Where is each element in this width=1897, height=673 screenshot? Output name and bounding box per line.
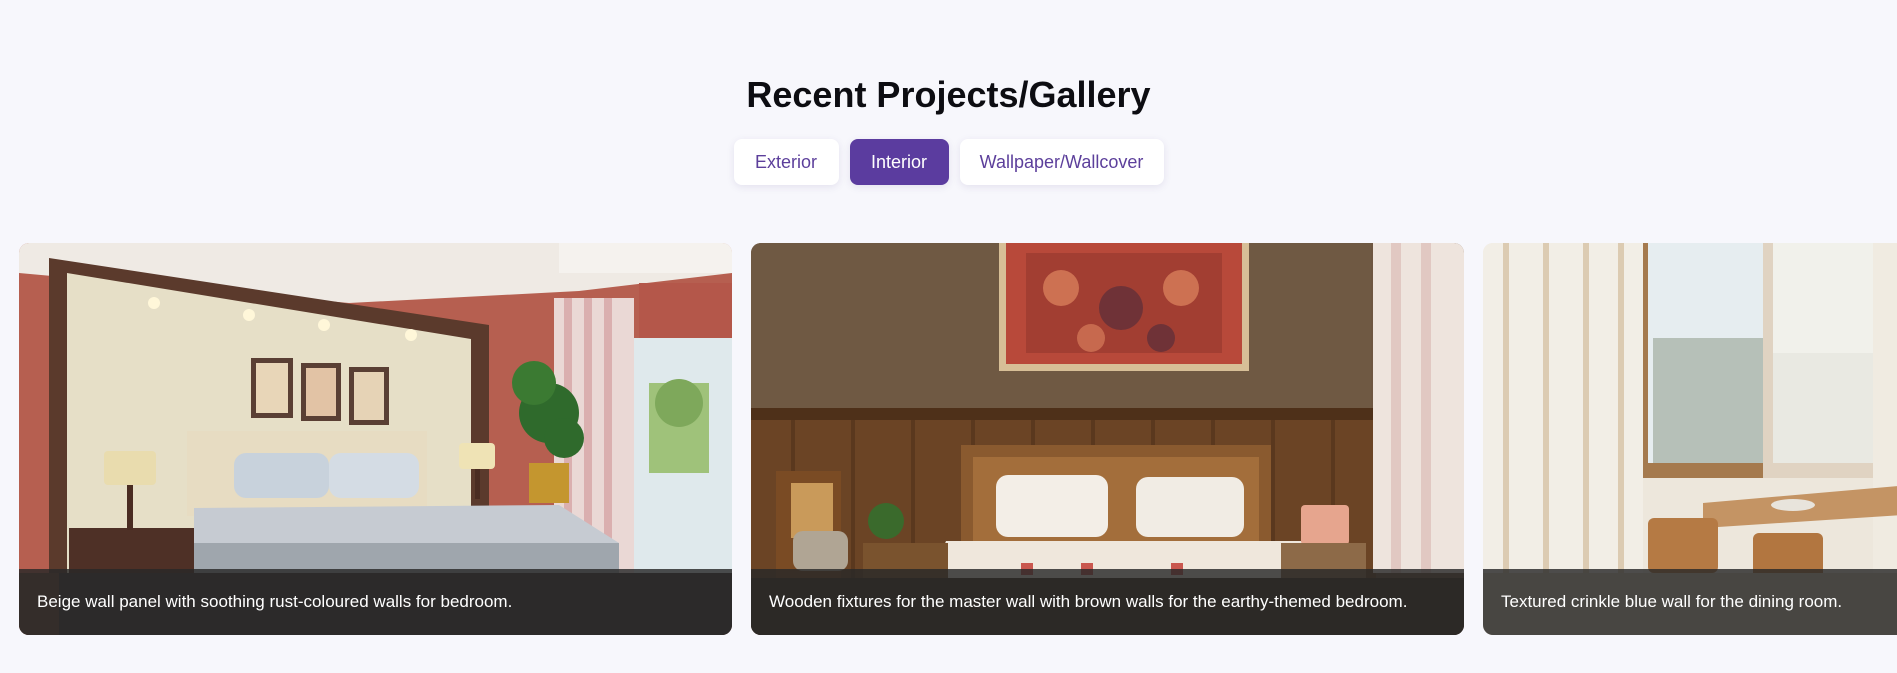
gallery-card[interactable]: Textured crinkle blue wall for the dinin… [1483,243,1897,635]
gallery-card-caption: Beige wall panel with soothing rust-colo… [19,569,732,635]
gallery-section: Recent Projects/Gallery Exterior Interio… [0,0,1897,673]
tab-wallpaper-wallcover[interactable]: Wallpaper/Wallcover [959,139,1164,185]
tab-interior[interactable]: Interior [849,139,949,185]
gallery-card-caption: Wooden fixtures for the master wall with… [751,569,1464,635]
tab-exterior[interactable]: Exterior [733,139,839,185]
gallery-carousel[interactable]: Beige wall panel with soothing rust-colo… [19,243,1897,635]
gallery-title: Recent Projects/Gallery [746,74,1151,115]
gallery-tabs: Exterior Interior Wallpaper/Wallcover [0,139,1897,185]
gallery-card[interactable]: Beige wall panel with soothing rust-colo… [19,243,732,635]
gallery-card-caption: Textured crinkle blue wall for the dinin… [1483,569,1897,635]
gallery-card[interactable]: Wooden fixtures for the master wall with… [751,243,1464,635]
